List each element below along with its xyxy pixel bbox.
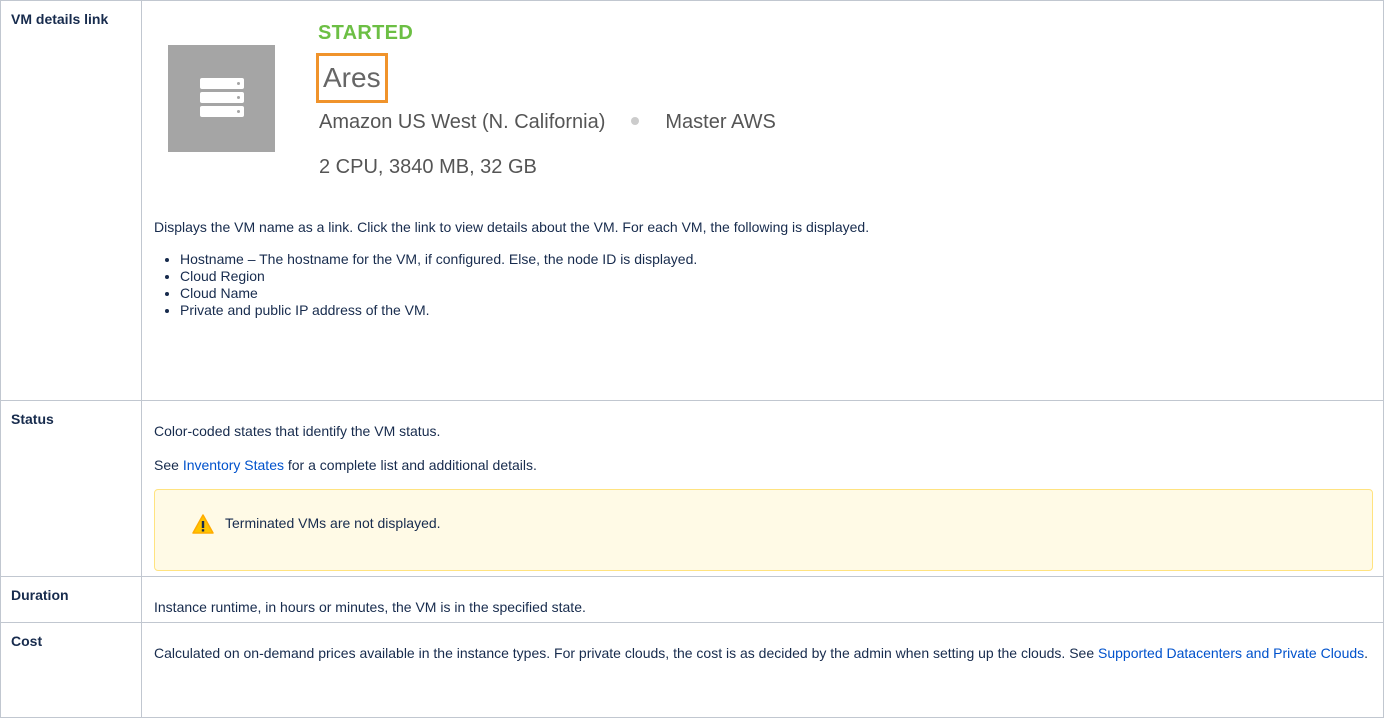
row-content: Calculated on on-demand prices available… [141, 622, 1384, 718]
vm-card[interactable]: STARTED Ares Amazon US West (N. Californ… [154, 1, 1373, 193]
warning-note: Terminated VMs are not displayed. [154, 489, 1373, 571]
list-item: Cloud Name [180, 285, 1373, 302]
vm-meta: Amazon US West (N. California) Master AWS [319, 111, 776, 134]
description: Displays the VM name as a link. Click th… [154, 219, 870, 235]
vm-specs: 2 CPU, 3840 MB, 32 GB [319, 156, 537, 178]
vm-name-link[interactable]: Ares [323, 62, 381, 93]
note-text: Terminated VMs are not displayed. [225, 515, 441, 531]
row-header: VM details link [0, 0, 142, 401]
vm-region: Amazon US West (N. California) [319, 111, 606, 133]
list-item: Private and public IP address of the VM. [180, 302, 1373, 319]
separator-dot-icon [631, 117, 640, 126]
status-see-also: See Inventory States for a complete list… [154, 457, 537, 473]
table-row: Status Color-coded states that identify … [0, 400, 1384, 577]
row-content: STARTED Ares Amazon US West (N. Californ… [141, 0, 1384, 401]
server-stack-icon [168, 45, 275, 152]
cost-text: Calculated on on-demand prices available… [154, 645, 1369, 661]
vm-status: STARTED [318, 22, 414, 44]
table-row: Cost Calculated on on-demand prices avai… [0, 622, 1384, 718]
duration-text: Instance runtime, in hours or minutes, t… [154, 599, 586, 615]
bullet-list: Hostname – The hostname for the VM, if c… [154, 251, 1373, 319]
row-content: Instance runtime, in hours or minutes, t… [141, 576, 1384, 623]
table-row: Duration Instance runtime, in hours or m… [0, 576, 1384, 623]
inventory-states-link[interactable]: Inventory States [183, 457, 284, 473]
vm-cloud: Master AWS [665, 111, 776, 133]
row-header: Status [0, 400, 142, 577]
row-content: Color-coded states that identify the VM … [141, 400, 1384, 577]
vm-name-highlight: Ares [316, 53, 388, 103]
list-item: Hostname – The hostname for the VM, if c… [180, 251, 1373, 268]
table-row: VM details link STARTED Ares Amazon US W… [0, 0, 1384, 401]
warning-icon [192, 514, 214, 534]
datacenters-link[interactable]: Supported Datacenters and Private Clouds [1098, 645, 1364, 661]
status-text: Color-coded states that identify the VM … [154, 423, 441, 439]
list-item: Cloud Region [180, 268, 1373, 285]
row-header: Cost [0, 622, 142, 718]
row-header: Duration [0, 576, 142, 623]
properties-table: VM details link STARTED Ares Amazon US W… [0, 0, 1384, 718]
